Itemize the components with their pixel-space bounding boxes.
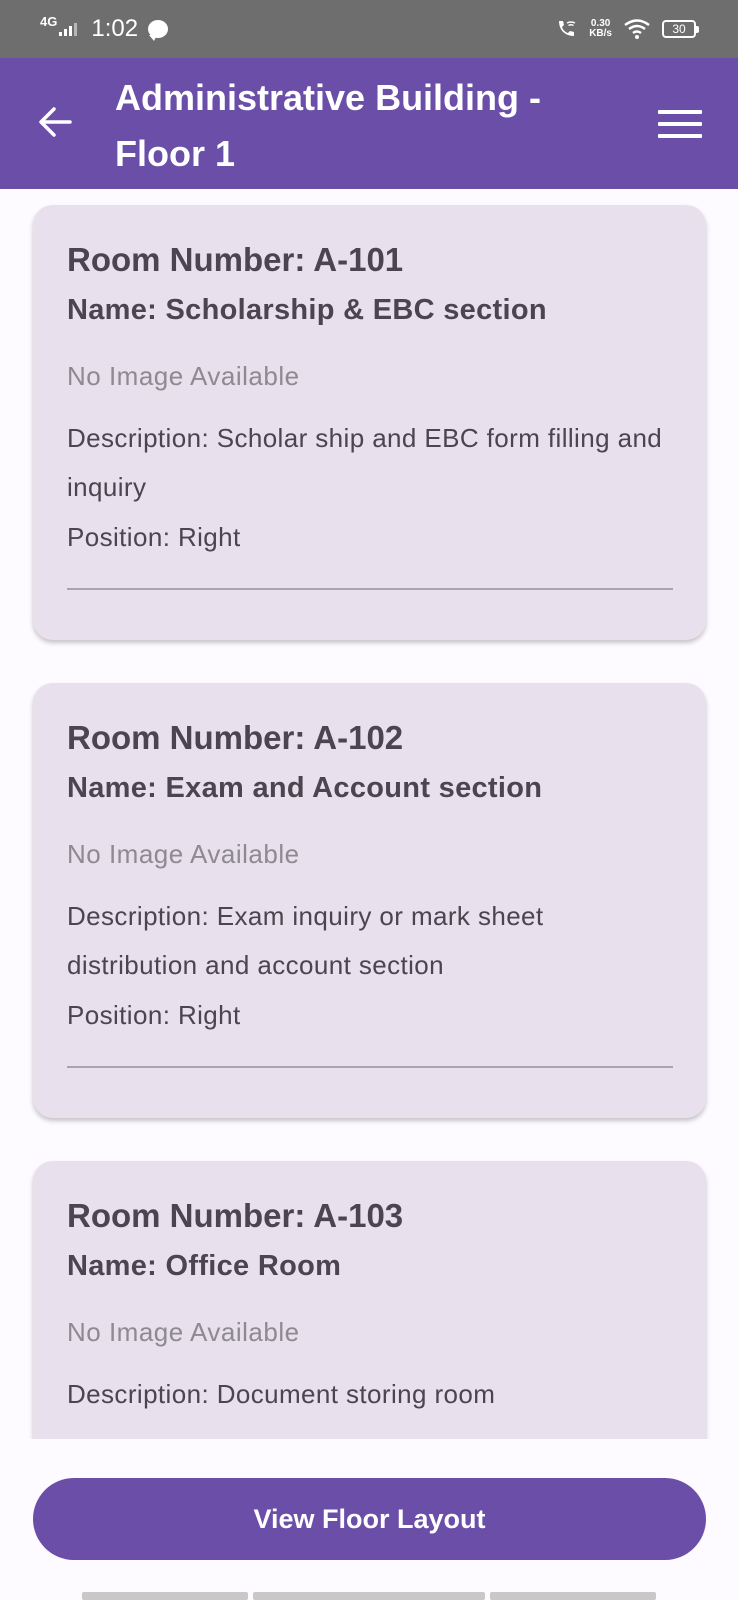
room-position: Position: Right xyxy=(67,522,241,552)
arrow-left-icon xyxy=(39,107,72,137)
nav-indicator-segment xyxy=(490,1592,656,1600)
room-description: Description: Document storing room xyxy=(67,1379,496,1409)
room-position: Position: Right xyxy=(67,1000,241,1030)
no-image-text: No Image Available xyxy=(67,839,300,869)
room-card[interactable]: Room Number: A-102 Name: Exam and Accoun… xyxy=(33,683,706,1118)
room-description: Description: Scholar ship and EBC form f… xyxy=(67,423,663,502)
menu-button[interactable] xyxy=(656,108,704,140)
room-number: Room Number: A-101 xyxy=(67,241,404,278)
speed-unit: KB/s xyxy=(589,28,612,39)
signal-icon xyxy=(59,22,78,36)
wifi-icon xyxy=(624,19,650,39)
room-name: Name: Exam and Account section xyxy=(67,772,543,804)
clock: 1:02 xyxy=(91,15,139,42)
wifi-calling-icon xyxy=(559,21,576,36)
no-image-text: No Image Available xyxy=(67,361,300,391)
status-left: 4G 1:02 xyxy=(40,13,169,43)
status-bar: 4G 1:02 0.30 KB/s 30 xyxy=(0,0,738,58)
network-type: 4G xyxy=(40,13,58,29)
app-bar: Administrative Building - Floor 1 xyxy=(0,58,738,189)
battery-icon: 30 xyxy=(662,20,699,38)
room-card[interactable]: Room Number: A-103 Name: Office Room No … xyxy=(33,1161,706,1439)
divider xyxy=(67,588,673,590)
nav-indicator-segment xyxy=(82,1592,248,1600)
room-name: Name: Office Room xyxy=(67,1250,342,1282)
hamburger-menu-icon xyxy=(658,110,702,138)
room-name: Name: Scholarship & EBC section xyxy=(67,294,547,326)
room-number: Room Number: A-102 xyxy=(67,719,404,756)
room-card[interactable]: Room Number: A-101 Name: Scholarship & E… xyxy=(33,205,706,640)
room-list[interactable]: Room Number: A-101 Name: Scholarship & E… xyxy=(0,189,738,1439)
view-floor-layout-button[interactable]: View Floor Layout xyxy=(33,1478,706,1560)
room-number: Room Number: A-103 xyxy=(67,1197,404,1234)
room-description: Description: Exam inquiry or mark sheet … xyxy=(67,901,544,980)
status-right: 0.30 KB/s 30 xyxy=(555,18,699,40)
back-button[interactable] xyxy=(36,102,76,142)
network-speed: 0.30 KB/s xyxy=(589,19,612,39)
divider xyxy=(67,1066,673,1068)
nav-indicator-segment xyxy=(253,1592,485,1600)
no-image-text: No Image Available xyxy=(67,1317,300,1347)
message-icon xyxy=(148,20,169,41)
battery-level: 30 xyxy=(672,22,686,36)
page-title: Administrative Building - Floor 1 xyxy=(115,77,542,174)
